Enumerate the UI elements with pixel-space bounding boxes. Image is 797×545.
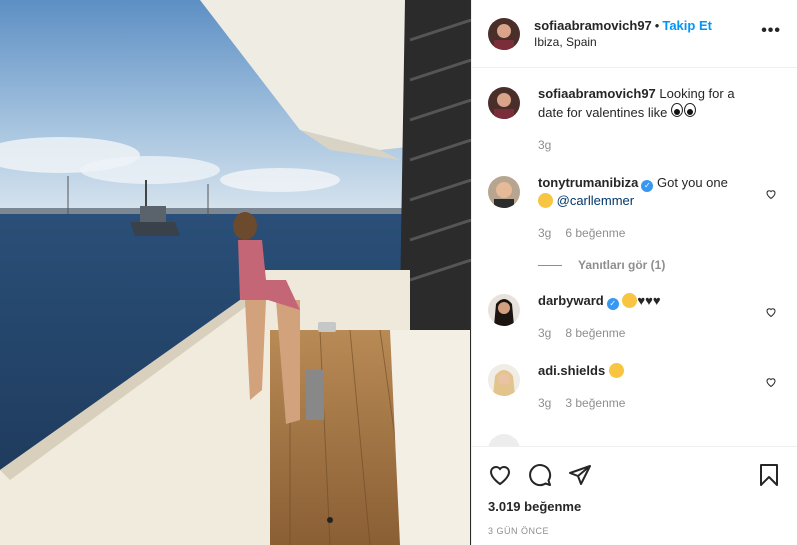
comment-item-partial: [488, 432, 781, 446]
caption-username[interactable]: sofiaabramovich97: [538, 86, 656, 101]
share-icon[interactable]: [568, 463, 592, 487]
yacht-photo: [0, 0, 471, 545]
commenter-avatar[interactable]: [488, 294, 520, 326]
comment-likes[interactable]: 8 beğenme: [565, 326, 625, 340]
more-options-icon[interactable]: •••: [761, 23, 781, 39]
author-avatar[interactable]: [488, 17, 520, 50]
author-username[interactable]: sofiaabramovich97: [534, 18, 652, 33]
comment-likes[interactable]: 3 beğenme: [565, 396, 625, 410]
like-icon[interactable]: [488, 463, 512, 487]
eyes-emoji-icon: [670, 103, 697, 120]
commenter-username[interactable]: darbyward: [538, 293, 604, 308]
commenter-username[interactable]: tonytrumanibiza: [538, 175, 638, 190]
comment-like-icon[interactable]: [765, 306, 777, 318]
author-avatar[interactable]: [488, 87, 520, 119]
comment-like-icon[interactable]: [765, 376, 777, 388]
post-actions: 3.019 beğenme 3 GÜN ÖNCE: [472, 446, 797, 545]
comment-time: 3g: [538, 226, 552, 240]
comment-text: Got you one: [657, 175, 728, 190]
comment-item: adi.shields 3g 3 beğenme: [488, 362, 781, 410]
comment-mention[interactable]: @carllemmer: [557, 193, 634, 208]
save-icon[interactable]: [757, 463, 781, 487]
post-sidebar: sofiaabramovich97 • Takip Et Ibiza, Spain …: [471, 0, 797, 545]
comment-time: 3g: [538, 396, 552, 410]
separator-dot: •: [654, 17, 660, 33]
comments-list: sofiaabramovich97 Looking for a date for…: [472, 69, 797, 446]
caption: sofiaabramovich97 Looking for a date for…: [488, 85, 781, 152]
laughing-emoji-icon: [622, 293, 638, 308]
commenter-avatar[interactable]: [488, 176, 520, 208]
post-header: sofiaabramovich97 • Takip Et Ibiza, Spain …: [472, 0, 797, 68]
comment-item: darbyward ✓ ♥♥♥ 3g 8 beğenme: [488, 292, 781, 340]
comment-likes[interactable]: 6 beğenme: [565, 226, 625, 240]
follow-button[interactable]: Takip Et: [662, 18, 712, 33]
post-location[interactable]: Ibiza, Spain: [534, 34, 712, 51]
commenter-avatar[interactable]: [488, 364, 520, 396]
instagram-post: sofiaabramovich97 • Takip Et Ibiza, Spain …: [0, 0, 797, 545]
commenter-username[interactable]: adi.shields: [538, 363, 605, 378]
post-photo[interactable]: [0, 0, 471, 545]
comment-icon[interactable]: [528, 463, 552, 487]
verified-icon: ✓: [641, 180, 654, 192]
comment-like-icon[interactable]: [765, 188, 777, 200]
post-timestamp[interactable]: 3 GÜN ÖNCE: [488, 526, 781, 536]
commenter-avatar[interactable]: [488, 434, 520, 446]
comment-item: tonytrumanibiza ✓ Got you one @carllemmer…: [488, 174, 781, 240]
view-replies-label: Yanıtları gör (1): [578, 258, 666, 272]
comment-time: 3g: [538, 326, 552, 340]
verified-icon: ✓: [606, 298, 619, 310]
heart-eyes-emoji-icon: [608, 363, 624, 378]
caption-time: 3g: [538, 138, 552, 152]
wink-emoji-icon: [538, 193, 553, 208]
view-replies-button[interactable]: Yanıtları gör (1): [538, 258, 781, 272]
comment-text: ♥♥♥: [637, 293, 661, 308]
